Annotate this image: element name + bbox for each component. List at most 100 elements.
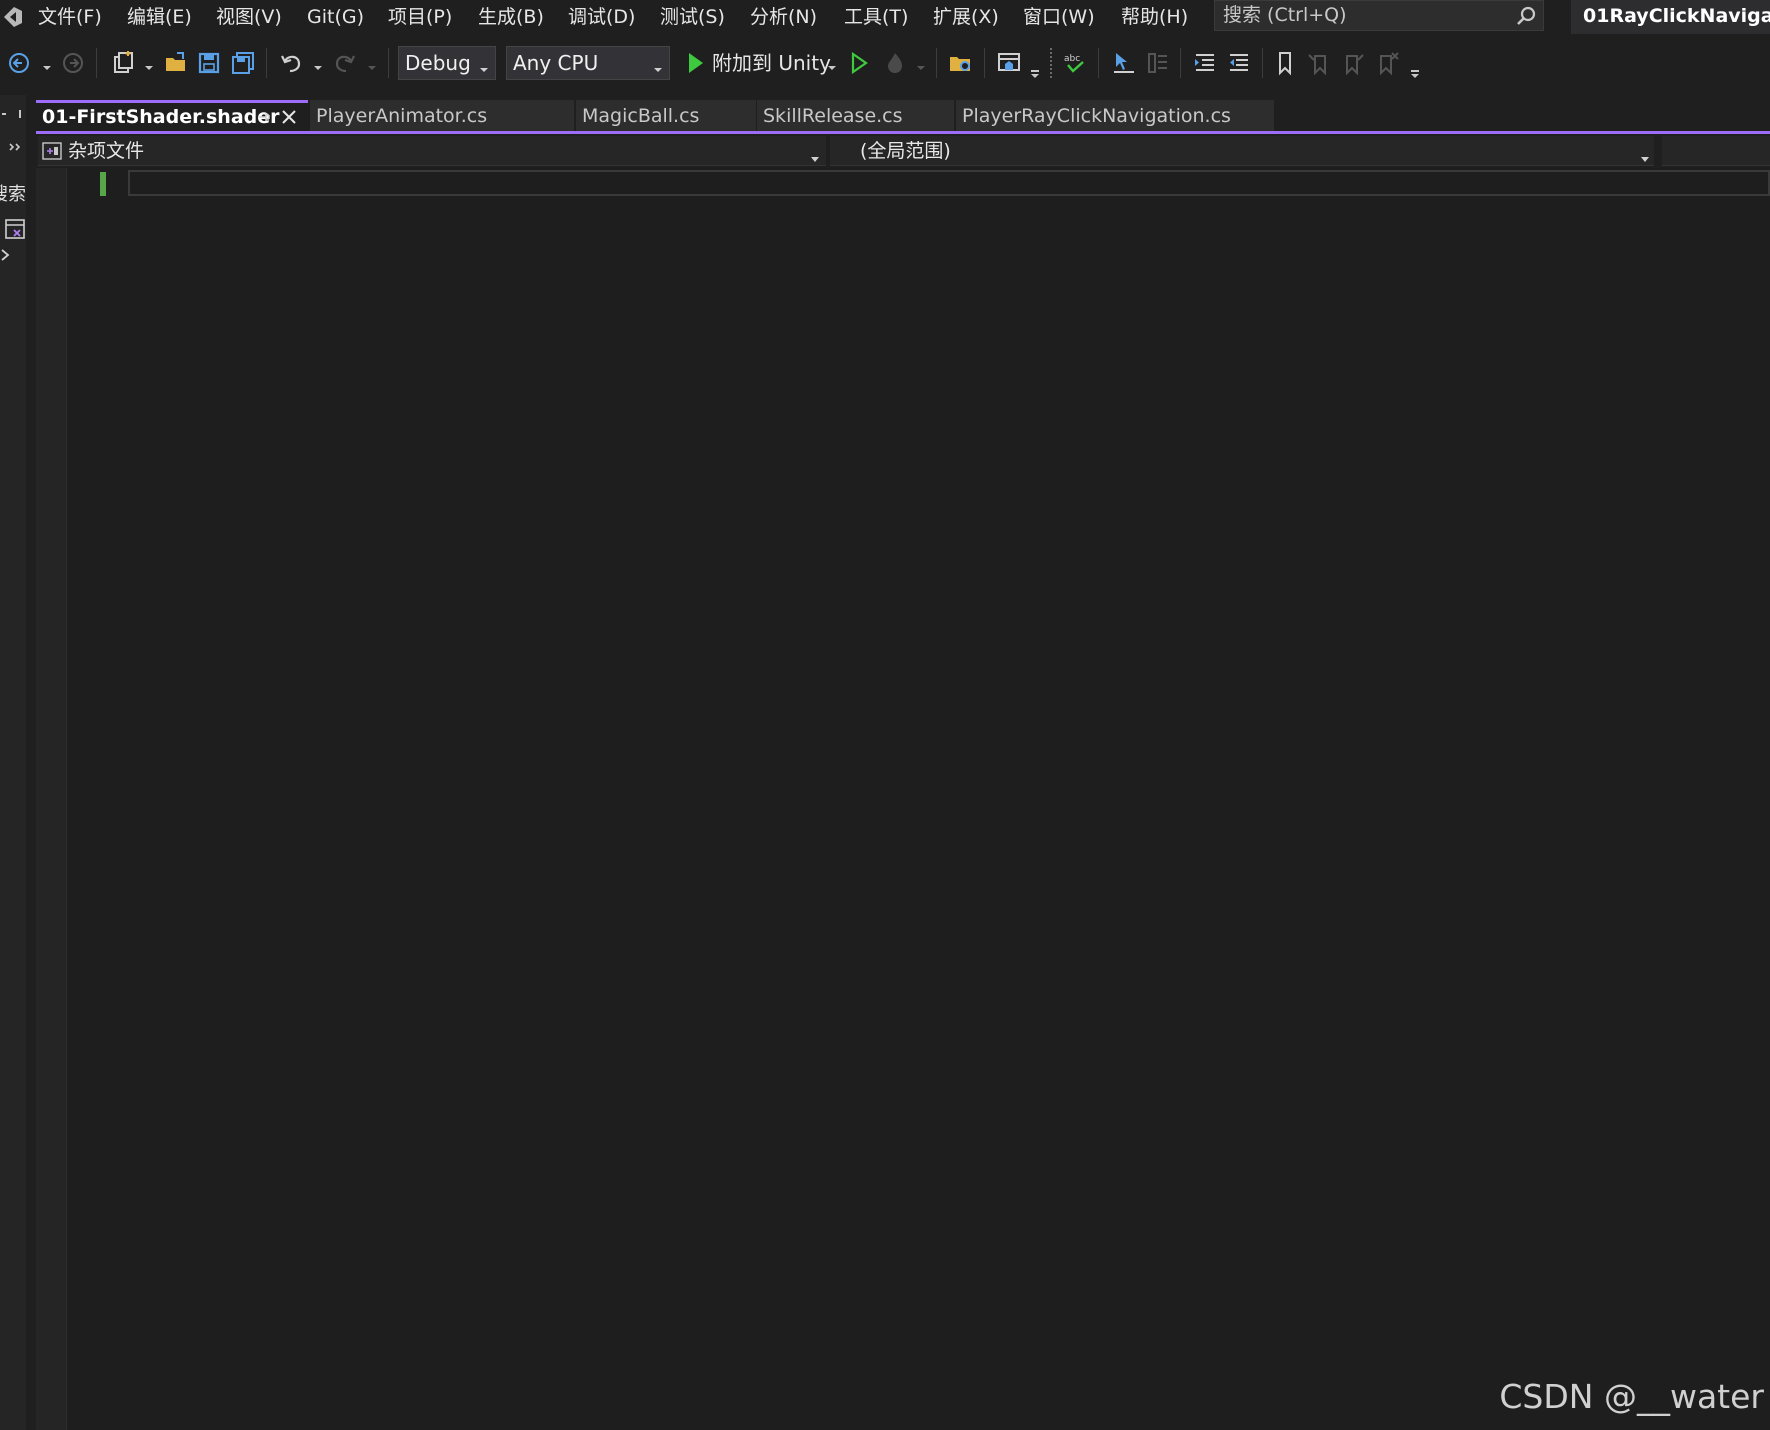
save-all-icon[interactable]	[230, 50, 256, 76]
change-tracking-marker	[100, 172, 106, 196]
chevron-down-icon	[1640, 148, 1650, 162]
menu-build[interactable]: 生成(B)	[478, 3, 544, 31]
menu-tools[interactable]: 工具(T)	[844, 3, 908, 31]
menu-file[interactable]: 文件(F)	[38, 3, 102, 31]
redo-icon[interactable]	[332, 50, 358, 76]
solution-title[interactable]: 01RayClickNavigatio	[1571, 0, 1770, 34]
previous-bookmark-icon[interactable]	[1306, 50, 1332, 76]
bookmark-icon[interactable]	[1272, 50, 1298, 76]
solution-platform-select[interactable]: Any CPU	[506, 46, 670, 80]
current-line-highlight	[128, 170, 1770, 196]
tab-01-firstshader[interactable]: 01-FirstShader.shader	[36, 100, 308, 132]
toolbar-separator	[266, 48, 267, 78]
tab-magicball[interactable]: MagicBall.cs	[576, 100, 756, 132]
pin-icon[interactable]	[256, 109, 272, 129]
search-placeholder: 搜索 (Ctrl+Q)	[1223, 4, 1347, 26]
expand-icon[interactable]	[0, 247, 12, 266]
project-scope-select[interactable]: 杂项文件	[38, 136, 826, 166]
toolbar-separator	[936, 48, 937, 78]
browse-folder-icon[interactable]	[948, 50, 974, 76]
class-view-icon[interactable]	[4, 218, 26, 244]
toolbar-grip[interactable]	[1050, 48, 1052, 78]
attach-to-unity-button[interactable]: 附加到 Unity	[712, 50, 831, 76]
toolbar-overflow-icon[interactable]	[1410, 64, 1420, 78]
chevron-down-icon	[653, 59, 663, 72]
tab-playeranimator[interactable]: PlayerAnimator.cs	[310, 100, 574, 132]
spell-check-icon[interactable]: abc	[1062, 50, 1088, 76]
menu-help[interactable]: 帮助(H)	[1121, 3, 1188, 31]
tab-playerrayclicknavigation[interactable]: PlayerRayClickNavigation.cs	[956, 100, 1274, 132]
open-file-icon[interactable]	[163, 50, 189, 76]
member-select[interactable]	[1662, 136, 1770, 166]
undo-icon[interactable]	[278, 50, 304, 76]
tab-label: PlayerAnimator.cs	[316, 105, 488, 127]
navigate-back-dropdown-icon[interactable]	[42, 58, 52, 70]
member-scope-select[interactable]: (全局范围)	[830, 136, 1654, 166]
solution-platform-value: Any CPU	[513, 51, 599, 75]
svg-text:abc: abc	[1064, 54, 1080, 64]
hot-reload-dropdown-icon[interactable]	[916, 58, 926, 70]
tab-label: PlayerRayClickNavigation.cs	[962, 105, 1231, 127]
next-bookmark-icon[interactable]	[1340, 50, 1366, 76]
tab-label: MagicBall.cs	[582, 105, 700, 127]
toolbar-separator	[1180, 48, 1181, 78]
close-icon[interactable]	[280, 108, 298, 130]
panel-menu-icon[interactable]	[0, 107, 26, 126]
misc-files-icon	[42, 142, 62, 164]
hot-reload-icon[interactable]	[882, 50, 908, 76]
navigate-forward-icon[interactable]	[60, 50, 86, 76]
code-editor[interactable]	[36, 168, 1770, 1430]
undo-dropdown-icon[interactable]	[313, 58, 323, 70]
tab-skillrelease[interactable]: SkillRelease.cs	[757, 100, 954, 132]
overflow-icon[interactable]	[8, 137, 22, 156]
new-project-dropdown-icon[interactable]	[144, 58, 154, 70]
menu-test[interactable]: 测试(S)	[660, 3, 725, 31]
left-tool-strip: 搜索	[0, 95, 26, 1430]
attach-to-unity-dropdown-icon[interactable]	[827, 58, 837, 70]
search-icon	[1515, 5, 1537, 27]
chevron-down-icon	[810, 148, 820, 162]
tab-label: 01-FirstShader.shader	[42, 106, 280, 128]
member-scope-value: (全局范围)	[860, 140, 951, 162]
menu-window[interactable]: 窗口(W)	[1023, 3, 1095, 31]
start-debugging-icon[interactable]	[682, 50, 708, 76]
save-icon[interactable]	[196, 50, 222, 76]
menu-git[interactable]: Git(G)	[307, 3, 364, 31]
document-tab-row: 01-FirstShader.shader PlayerAnimator.cs …	[36, 100, 1770, 132]
layout-icon[interactable]	[996, 50, 1022, 76]
menu-analyze[interactable]: 分析(N)	[750, 3, 817, 31]
editor-margin	[36, 168, 67, 1430]
clear-bookmarks-icon[interactable]	[1374, 50, 1400, 76]
solution-configuration-select[interactable]: Debug	[398, 46, 496, 80]
toolbar-separator	[1098, 48, 1099, 78]
menu-bar: 文件(F) 编辑(E) 视图(V) Git(G) 项目(P) 生成(B) 调试(…	[0, 0, 1770, 34]
comment-out-icon[interactable]	[1145, 50, 1171, 76]
toolbar-separator	[96, 48, 97, 78]
outdent-icon[interactable]	[1226, 50, 1252, 76]
search-input[interactable]: 搜索 (Ctrl+Q)	[1214, 0, 1544, 31]
toolbar-separator	[388, 48, 389, 78]
indent-icon[interactable]	[1192, 50, 1218, 76]
start-without-debugging-icon[interactable]	[846, 50, 872, 76]
menu-extensions[interactable]: 扩展(X)	[933, 3, 999, 31]
navigation-bar: 杂项文件 (全局范围)	[38, 136, 1770, 166]
search-tab[interactable]: 搜索	[0, 183, 26, 207]
menu-debug[interactable]: 调试(D)	[568, 3, 635, 31]
toolbar-separator	[984, 48, 985, 78]
solution-configuration-value: Debug	[405, 51, 471, 75]
visual-studio-logo-icon	[0, 2, 26, 32]
layout-dropdown-icon[interactable]	[1030, 64, 1040, 78]
redo-dropdown-icon[interactable]	[367, 58, 377, 70]
toolbar-separator	[1262, 48, 1263, 78]
navigate-back-icon[interactable]	[6, 50, 32, 76]
standard-toolbar: Debug Any CPU 附加到 Unity abc	[0, 44, 1770, 82]
new-project-icon[interactable]	[110, 50, 136, 76]
project-scope-value: 杂项文件	[68, 140, 145, 162]
tab-label: SkillRelease.cs	[763, 105, 903, 127]
active-tab-accent-line	[36, 131, 1770, 134]
menu-edit[interactable]: 编辑(E)	[127, 3, 192, 31]
menu-project[interactable]: 项目(P)	[388, 3, 452, 31]
menu-view[interactable]: 视图(V)	[216, 3, 282, 31]
chevron-down-icon	[479, 59, 489, 72]
step-into-cursor-icon[interactable]	[1110, 50, 1136, 76]
